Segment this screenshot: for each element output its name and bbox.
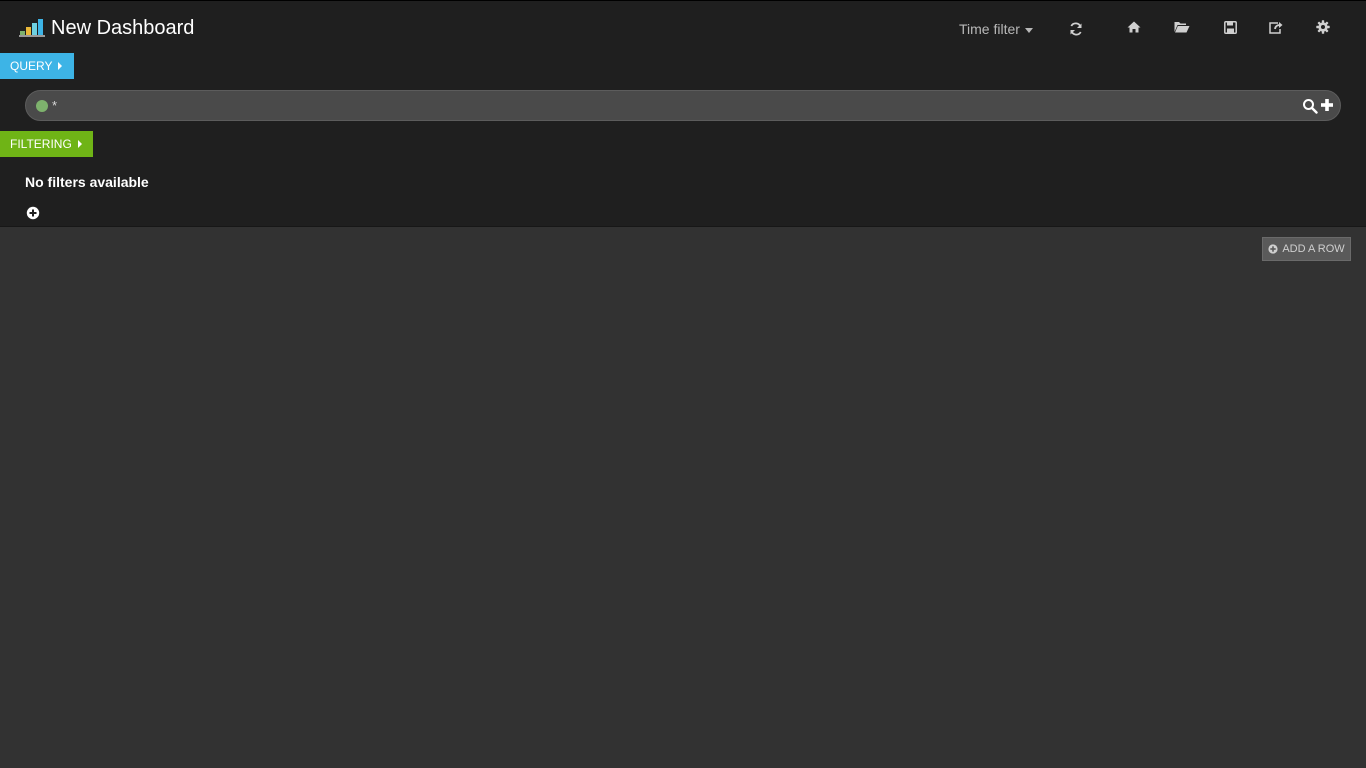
open-dashboard-button[interactable] <box>1173 18 1191 36</box>
query-color-dot[interactable] <box>36 100 48 112</box>
refresh-button[interactable] <box>1067 20 1085 38</box>
home-icon <box>1127 21 1141 33</box>
dashboard-logo-icon <box>19 19 45 37</box>
folder-open-icon <box>1174 22 1190 33</box>
query-bar <box>25 90 1341 121</box>
caret-right-icon <box>77 140 82 148</box>
share-icon <box>1269 21 1283 34</box>
add-filter-plus-circle-icon[interactable] <box>26 206 40 220</box>
search-icon[interactable] <box>1302 98 1318 114</box>
chevron-down-icon <box>1024 27 1033 33</box>
time-filter-dropdown[interactable]: Time filter <box>959 19 1033 39</box>
plus-icon[interactable] <box>1320 97 1334 113</box>
share-dashboard-button[interactable] <box>1267 18 1285 36</box>
time-filter-label: Time filter <box>959 21 1020 37</box>
dashboard-header-panel: New Dashboard Time filter QUERY * FILTER… <box>0 0 1366 227</box>
filtering-section-toggle[interactable]: FILTERING <box>0 131 93 157</box>
refresh-icon <box>1070 22 1082 36</box>
dashboard-title: New Dashboard <box>51 17 195 39</box>
filtering-section-label: FILTERING <box>10 137 72 151</box>
plus-circle-icon <box>1268 244 1278 254</box>
save-dashboard-button[interactable] <box>1221 18 1239 36</box>
query-section-label: QUERY <box>10 59 53 73</box>
add-row-button[interactable]: ADD A ROW <box>1262 237 1351 261</box>
query-section-toggle[interactable]: QUERY <box>0 53 74 79</box>
home-button[interactable] <box>1125 18 1143 36</box>
add-row-label: ADD A ROW <box>1282 243 1345 255</box>
no-filters-message: No filters available <box>25 174 149 190</box>
settings-button[interactable] <box>1314 18 1332 36</box>
query-input[interactable] <box>52 95 1292 116</box>
save-icon <box>1223 20 1237 34</box>
caret-right-icon <box>58 62 63 70</box>
brand[interactable]: New Dashboard <box>19 15 194 41</box>
gear-icon <box>1316 20 1330 34</box>
